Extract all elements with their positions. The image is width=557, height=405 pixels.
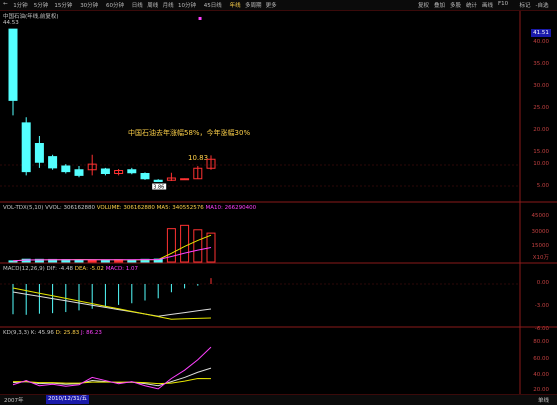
candle-body-2 [34,143,44,163]
bottom-bar: 2007年 2010/12/31/五 单线 [0,394,557,405]
macd-dea-line [12,287,212,320]
macd-dif-line [12,291,212,317]
candle-body-0 [8,28,18,101]
candle-body-13 [180,178,190,181]
volume-bar-6 [87,259,97,263]
candlestick-chart[interactable]: 3.86 ▪ [0,0,557,404]
candle-body-11 [153,179,163,183]
candle-body-1 [21,122,31,173]
candle-body-5 [74,169,84,176]
kd-d-line [13,377,212,385]
cursor-date-label: 2010/12/31/五 [46,395,90,404]
candle-body-9 [127,169,137,174]
single-line-label[interactable]: 单线 [538,396,549,404]
candle-body-4 [61,165,71,173]
cursor-marker: ▪ [198,15,202,22]
candle-body-3 [48,156,58,169]
volume-bar-13 [180,224,190,263]
low-label: 3.86 [153,185,164,191]
candle-body-7 [100,168,110,174]
volume-ma5-line [12,234,212,262]
volume-bar-14 [193,229,203,263]
candle-body-10 [140,173,150,180]
start-year-label: 2007年 [4,398,24,404]
